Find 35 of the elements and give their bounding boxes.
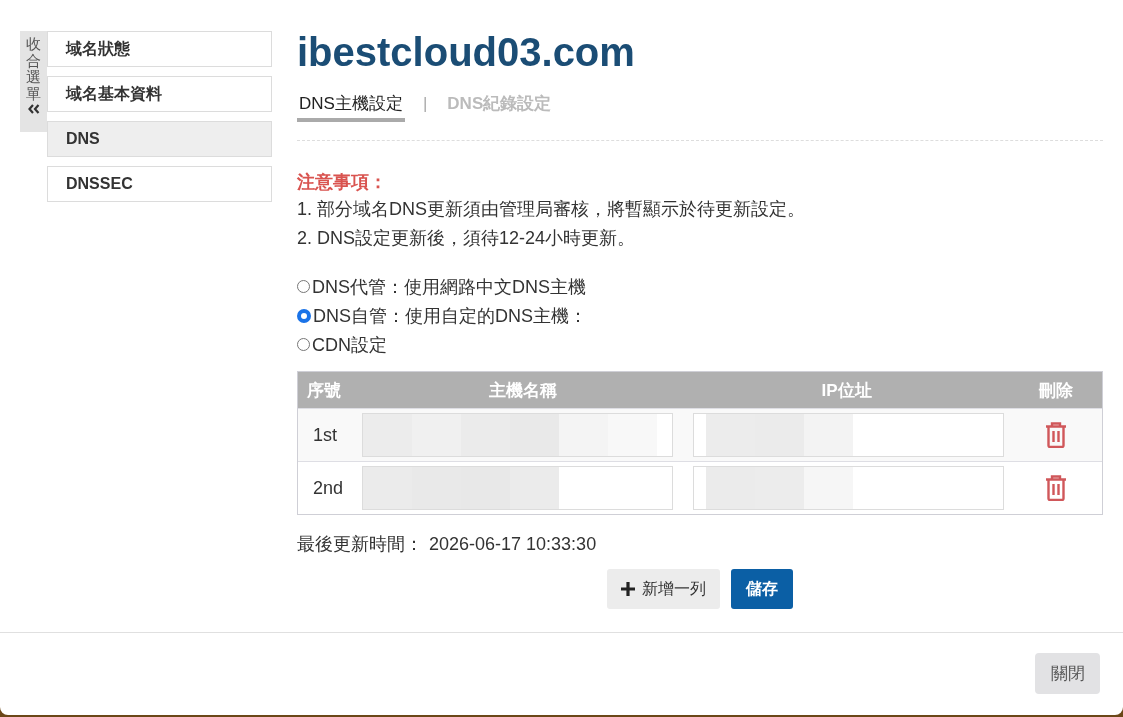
double-chevron-left-icon <box>27 104 40 114</box>
notice-text: 1. 部分域名DNS更新須由管理局審核，將暫顯示於待更新設定。 <box>297 198 807 221</box>
close-button[interactable]: 關閉 <box>1035 653 1100 694</box>
column-header: IP位址 <box>820 379 873 402</box>
ip-input[interactable] <box>693 413 1004 457</box>
radio-label: DNS自管：使用自定的DNS主機： <box>313 304 587 328</box>
sidebar-item[interactable]: 域名狀態 <box>47 31 272 67</box>
hostname-input[interactable] <box>362 466 673 510</box>
domain-title: ibestcloud03.com <box>297 29 636 76</box>
save-button[interactable]: 儲存 <box>731 569 793 609</box>
plus-icon <box>621 582 635 596</box>
row-index: 2nd <box>313 477 344 499</box>
ip-input[interactable] <box>693 466 1004 510</box>
collapse-menu-tab[interactable]: 收合選單 <box>20 31 47 132</box>
radio-button[interactable] <box>297 280 310 293</box>
sidebar-item[interactable]: 域名基本資料 <box>47 76 272 112</box>
radio-label: CDN設定 <box>312 333 387 357</box>
add-row-button[interactable]: 新增一列 <box>607 569 720 609</box>
column-header: 主機名稱 <box>487 379 558 402</box>
tab-separator: | <box>422 93 428 115</box>
column-header: 刪除 <box>1038 379 1074 402</box>
sidebar-item[interactable]: DNSSEC <box>47 166 272 202</box>
radio-button[interactable] <box>297 308 311 323</box>
last-updated-time: 2026-06-17 10:33:30 <box>429 534 597 554</box>
trash-icon[interactable] <box>1045 422 1067 448</box>
trash-icon[interactable] <box>1045 475 1067 501</box>
last-updated-label: 最後更新時間： <box>297 534 423 554</box>
column-header: 序號 <box>306 379 342 402</box>
radio-label: DNS代管：使用網路中文DNS主機 <box>312 275 586 299</box>
notice-heading: 注意事項： <box>297 171 388 194</box>
row-index: 1st <box>313 424 337 446</box>
sidebar-item[interactable]: DNS <box>47 121 272 157</box>
tab[interactable]: DNS主機設定 <box>297 93 405 122</box>
notice-text: 2. DNS設定更新後，須待12-24小時更新。 <box>297 227 637 250</box>
radio-button[interactable] <box>297 338 310 351</box>
